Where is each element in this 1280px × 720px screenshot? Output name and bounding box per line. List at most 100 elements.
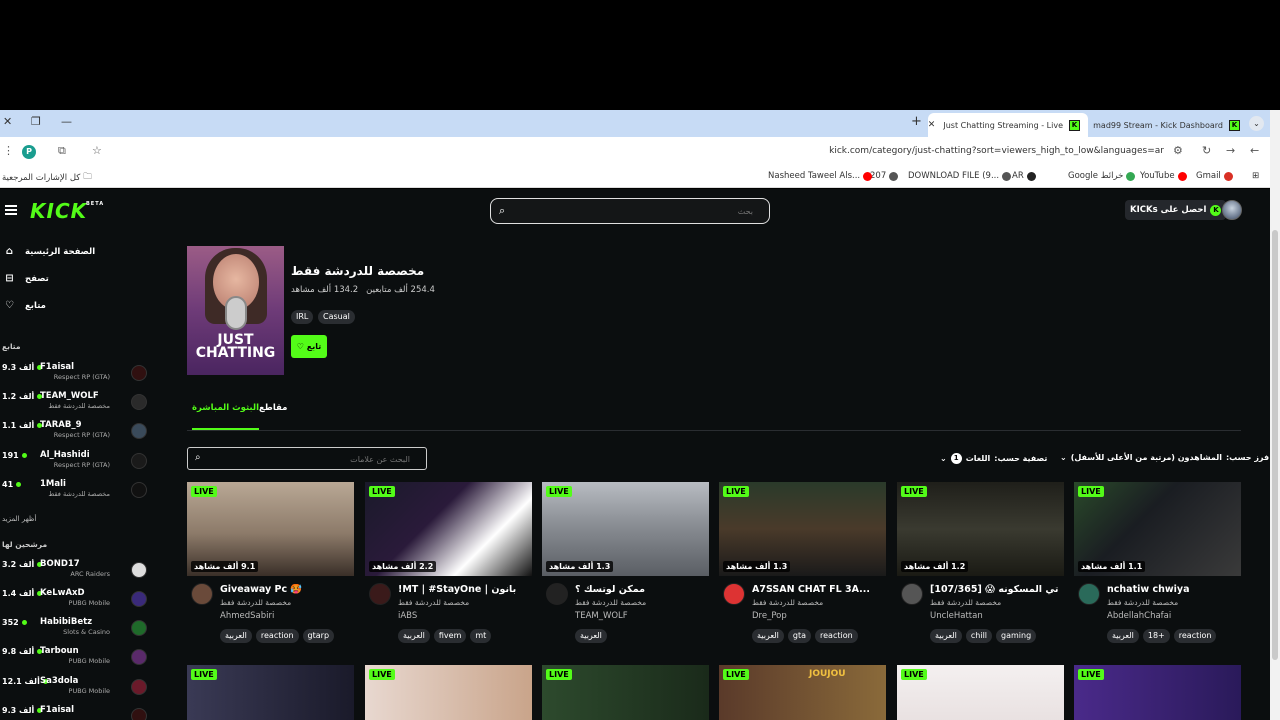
streamer-avatar[interactable] — [1078, 583, 1100, 605]
recommended-channel[interactable]: 12.1 ألف Sa3dola PUBG Mobile — [0, 676, 152, 704]
close-window-icon[interactable]: ✕ — [3, 115, 12, 128]
bookmark-ar[interactable]: AR — [1012, 171, 1036, 181]
hamburger-menu-icon[interactable] — [5, 205, 17, 215]
bookmark-youtube[interactable]: YouTube — [1140, 171, 1187, 181]
extensions-icon[interactable]: ⧉ — [58, 144, 66, 158]
sort-dropdown[interactable]: فرز حسب: المشاهدون (مرتبة من الأعلى للأس… — [1060, 453, 1269, 462]
stream-card[interactable]: LIVE 1.3 ألف مشاهد A7SSAN CHAT FL 3A... … — [719, 482, 886, 643]
stream-thumbnail[interactable]: LIVE 1.3 ألف مشاهد — [719, 482, 886, 576]
show-more-link[interactable]: أظهر المزيد — [2, 515, 36, 523]
streamer-avatar[interactable] — [546, 583, 568, 605]
recommended-channel[interactable]: 1.4 ألف KeLwAxD PUBG Mobile — [0, 588, 152, 616]
tab-search-chevron-icon[interactable]: ⌄ — [1249, 116, 1264, 131]
bookmark-maps[interactable]: Google خرائط — [1068, 171, 1136, 181]
following-channel[interactable]: 41 1Mali مخصصة للدردشة فقط — [0, 479, 152, 507]
following-channel[interactable]: 1.1 ألف TARAB_9 Respect RP (GTA) — [0, 420, 152, 448]
stream-thumbnail[interactable]: LIVE 2.2 ألف مشاهد — [365, 482, 532, 576]
stream-category[interactable]: مخصصة للدردشة فقط — [398, 598, 469, 607]
stream-thumbnail[interactable]: LIVE 1.2 ألف مشاهد — [897, 482, 1064, 576]
stream-card[interactable]: LIVE 2.2 ألف مشاهد !MT | #StayOne | بانو… — [365, 482, 532, 643]
following-channel[interactable]: 9.3 ألف F1aisal Respect RP (GTA) — [0, 362, 152, 390]
profile-avatar[interactable]: P — [22, 145, 36, 159]
page-scrollbar[interactable] — [1270, 110, 1280, 720]
stream-card[interactable]: LIVE — [187, 665, 354, 720]
stream-card[interactable]: LIVE — [365, 665, 532, 720]
bookmark-download[interactable]: DOWNLOAD FILE (9... — [908, 171, 1012, 181]
stream-title[interactable]: !MT | #StayOne | بانون — [398, 584, 532, 595]
stream-card[interactable]: LIVE — [1074, 665, 1241, 720]
sidebar-item-home[interactable]: ⌂ الصفحة الرئيسية — [4, 246, 95, 257]
apps-grid-icon[interactable]: ⊞ — [1252, 171, 1259, 181]
user-avatar[interactable] — [1222, 200, 1242, 220]
menu-dots-icon[interactable]: ⋮ — [3, 144, 14, 157]
tab-clips[interactable]: مقاطع — [259, 403, 287, 413]
category-tag[interactable]: Casual — [318, 310, 355, 324]
get-kicks-button[interactable]: K احصل على KICKs — [1125, 200, 1227, 220]
bookmark-207[interactable]: 207 — [870, 171, 899, 181]
stream-thumbnail[interactable]: LIVE 9.1 ألف مشاهد — [187, 482, 354, 576]
filter-dropdown[interactable]: تصفية حسب: اللغات 1 ⌄ — [940, 453, 1047, 464]
stream-category[interactable]: مخصصة للدردشة فقط — [575, 598, 646, 607]
restore-window-icon[interactable]: ❐ — [31, 115, 41, 128]
streamer-name[interactable]: iABS — [398, 611, 417, 621]
streamer-name[interactable]: UncleHattan — [930, 611, 983, 621]
bookmark-gmail[interactable]: Gmail — [1196, 171, 1233, 181]
stream-card[interactable]: LIVE 1.3 ألف مشاهد ممكن لوتسك ؟ مخصصة لل… — [542, 482, 709, 643]
bookmark-nasheed[interactable]: Nasheed Taweel Als... — [768, 171, 873, 181]
kick-logo[interactable]: KICK BETA — [30, 199, 103, 223]
stream-card[interactable]: LIVE JOUJOU — [719, 665, 886, 720]
stream-card[interactable]: LIVE 1.1 ألف مشاهد nchatiw chwiya مخصصة … — [1074, 482, 1241, 643]
streamer-name[interactable]: AbdellahChafai — [1107, 611, 1171, 621]
stream-card[interactable]: LIVE 9.1 ألف مشاهد Giveaway Pc 🥵 مخصصة ل… — [187, 482, 354, 643]
stream-card[interactable]: LIVE 1.2 ألف مشاهد [107/365] 😱 تي المسكو… — [897, 482, 1064, 643]
tag-search-box[interactable]: ⌕ — [187, 447, 427, 470]
url-text[interactable]: kick.com/category/just-chatting?sort=vie… — [829, 146, 1164, 156]
tab-live-streams[interactable]: البثوث المباشرة — [192, 403, 260, 430]
stream-title[interactable]: [107/365] 😱 تي المسكونه — [930, 584, 1064, 595]
tab-dashboard[interactable]: K mad99 Stream - Kick Dashboard ✕ — [1090, 113, 1248, 137]
stream-title[interactable]: ممكن لوتسك ؟ — [575, 584, 709, 595]
stream-card[interactable]: LIVE — [897, 665, 1064, 720]
category-tag[interactable]: IRL — [291, 310, 314, 324]
site-settings-icon[interactable]: ⚙ — [1173, 144, 1183, 157]
stream-title[interactable]: Giveaway Pc 🥵 — [220, 584, 354, 595]
stream-title[interactable]: A7SSAN CHAT FL 3A... — [752, 584, 886, 595]
tab-just-chatting[interactable]: K Just Chatting Streaming - Live ✕ — [928, 113, 1088, 137]
stream-category[interactable]: مخصصة للدردشة فقط — [930, 598, 1001, 607]
search-box[interactable]: ⌕ — [490, 198, 770, 224]
sidebar-item-browse[interactable]: ⊟ تصفح — [4, 273, 49, 284]
recommended-channel[interactable]: 352 HabibiBetz Slots & Casino — [0, 617, 152, 645]
following-channel[interactable]: 191 Al_Hashidi Respect RP (GTA) — [0, 450, 152, 478]
recommended-channel[interactable]: 9.3 ألف F1aisal — [0, 705, 152, 720]
bookmark-star-icon[interactable]: ☆ — [92, 144, 102, 157]
streamer-name[interactable]: TEAM_WOLF — [575, 611, 628, 621]
streamer-avatar[interactable] — [723, 583, 745, 605]
follow-button[interactable]: تابع ♡ — [291, 335, 327, 358]
streamer-avatar[interactable] — [901, 583, 923, 605]
minimize-window-icon[interactable]: — — [61, 115, 72, 128]
close-tab-icon[interactable]: ✕ — [928, 120, 935, 130]
following-channel[interactable]: 1.2 ألف TEAM_WOLF مخصصة للدردشة فقط — [0, 391, 152, 419]
streamer-avatar[interactable] — [369, 583, 391, 605]
recommended-channel[interactable]: 9.8 ألف Tarboun PUBG Mobile — [0, 646, 152, 674]
stream-card[interactable]: LIVE — [542, 665, 709, 720]
stream-category[interactable]: مخصصة للدردشة فقط — [752, 598, 823, 607]
new-tab-icon[interactable]: + — [911, 114, 922, 129]
stream-title[interactable]: nchatiw chwiya — [1107, 584, 1241, 595]
streamer-avatar[interactable] — [191, 583, 213, 605]
stream-category[interactable]: مخصصة للدردشة فقط — [220, 598, 291, 607]
stream-category[interactable]: مخصصة للدردشة فقط — [1107, 598, 1178, 607]
search-input[interactable] — [513, 203, 753, 219]
stream-thumbnail[interactable]: LIVE 1.3 ألف مشاهد — [542, 482, 709, 576]
back-icon[interactable]: ← — [1250, 144, 1259, 157]
streamer-name[interactable]: Dre_Pop — [752, 611, 787, 621]
reload-icon[interactable]: ↻ — [1202, 144, 1211, 157]
recommended-channel[interactable]: 3.2 ألف BOND17 ARC Raiders — [0, 559, 152, 587]
forward-icon[interactable]: → — [1226, 144, 1235, 157]
stream-thumbnail[interactable]: LIVE 1.1 ألف مشاهد — [1074, 482, 1241, 576]
tag-search-input[interactable] — [210, 452, 410, 466]
streamer-name[interactable]: AhmedSabiri — [220, 611, 274, 621]
all-bookmarks-link[interactable]: كل الإشارات المرجعية 🗀 — [2, 171, 92, 185]
sidebar-item-following[interactable]: ♡ متابع — [4, 300, 46, 311]
scrollbar-thumb[interactable] — [1272, 230, 1278, 660]
